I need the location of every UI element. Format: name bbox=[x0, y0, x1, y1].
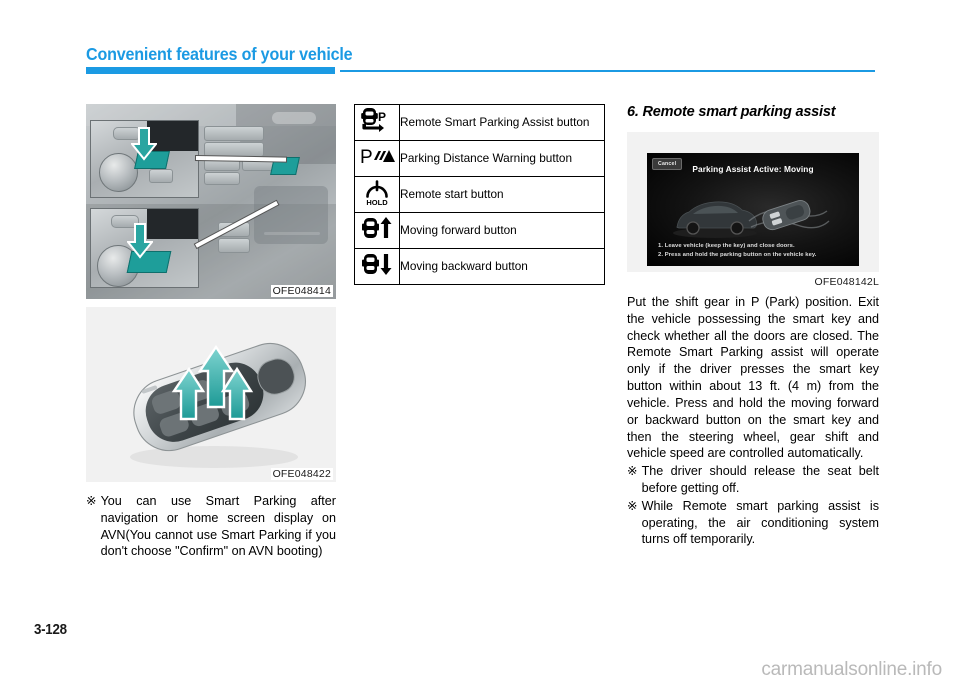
page-header: Convenient features of your vehicle bbox=[0, 0, 960, 92]
table-row: Moving forward button bbox=[354, 212, 605, 249]
console-inset-bottom bbox=[90, 208, 199, 288]
arrow-down-icon bbox=[127, 223, 153, 259]
note-mark: ※ bbox=[627, 464, 638, 479]
table-cell-label: Moving backward button bbox=[399, 248, 605, 285]
right-column-note-1: ※ The driver should release the seat bel… bbox=[627, 463, 879, 497]
table-cell-label: Remote start button bbox=[399, 176, 605, 213]
vehicle-and-key-graphic bbox=[673, 200, 830, 238]
right-column: 6. Remote smart parking assist Cancel Pa… bbox=[627, 104, 879, 548]
svg-text:P: P bbox=[378, 110, 386, 124]
button-icon-table: P Remote Smart Parking Assist button P P… bbox=[354, 104, 605, 285]
table-row: HOLD Remote start button bbox=[354, 176, 605, 213]
nav-step-2: 2. Press and hold the parking button on … bbox=[658, 252, 817, 258]
left-column: OFE048414 OFE048422 ※ You can use Smart … bbox=[86, 104, 336, 560]
note-mark: ※ bbox=[86, 494, 97, 508]
smart-key-illustration bbox=[130, 343, 306, 468]
remote-start-hold-icon: HOLD bbox=[354, 176, 400, 213]
note-text: The driver should release the seat belt … bbox=[641, 464, 879, 495]
parking-distance-warning-icon: P bbox=[354, 140, 400, 177]
figure-nav-caption: OFE048142L bbox=[814, 276, 879, 288]
left-column-note: ※ You can use Smart Parking after naviga… bbox=[86, 493, 336, 560]
right-column-note-2: ※ While Remote smart parking assist is o… bbox=[627, 498, 879, 548]
note-text: You can use Smart Parking after navigati… bbox=[100, 494, 336, 559]
section-heading: 6. Remote smart parking assist bbox=[627, 104, 836, 120]
table-row: Moving backward button bbox=[354, 248, 605, 285]
table-row: P Parking Distance Warning button bbox=[354, 140, 605, 177]
middle-column: P Remote Smart Parking Assist button P P… bbox=[354, 104, 605, 285]
figure-navigation-screen: Cancel Parking Assist Active: Moving 1. … bbox=[627, 132, 879, 272]
figure-center-console-photo: OFE048414 bbox=[86, 104, 336, 299]
page-number: 3-128 bbox=[34, 622, 67, 638]
note-mark: ※ bbox=[627, 498, 638, 513]
table-cell-label: Moving forward button bbox=[399, 212, 605, 249]
svg-text:HOLD: HOLD bbox=[366, 198, 388, 206]
nav-screen-title: Parking Assist Active: Moving bbox=[692, 164, 814, 174]
car-parking-p-icon: P bbox=[354, 104, 400, 141]
table-cell-label: Parking Distance Warning button bbox=[399, 140, 605, 177]
table-row: P Remote Smart Parking Assist button bbox=[354, 104, 605, 141]
figure-key-caption: OFE048422 bbox=[270, 468, 333, 480]
figure-smart-key-photo: OFE048422 bbox=[86, 307, 336, 482]
watermark: carmanualsonline.info bbox=[761, 659, 942, 680]
note-text: While Remote smart parking assist is ope… bbox=[641, 498, 879, 547]
figure-console-caption: OFE048414 bbox=[270, 285, 333, 297]
table-cell-label: Remote Smart Parking Assist button bbox=[399, 104, 605, 141]
nav-screen-display: Cancel Parking Assist Active: Moving 1. … bbox=[647, 153, 859, 266]
header-rule-thick bbox=[86, 67, 335, 74]
console-inset-top bbox=[90, 120, 199, 198]
car-arrow-up-icon bbox=[354, 212, 400, 249]
nav-step-1: 1. Leave vehicle (keep the key) and clos… bbox=[658, 243, 795, 249]
arrow-down-icon bbox=[131, 127, 157, 161]
header-rule-thin bbox=[340, 70, 875, 72]
car-arrow-down-icon bbox=[354, 248, 400, 285]
page-title: Convenient features of your vehicle bbox=[86, 44, 353, 64]
svg-text:P: P bbox=[360, 147, 373, 168]
body-paragraph: Put the shift gear in P (Park) position.… bbox=[627, 295, 879, 461]
